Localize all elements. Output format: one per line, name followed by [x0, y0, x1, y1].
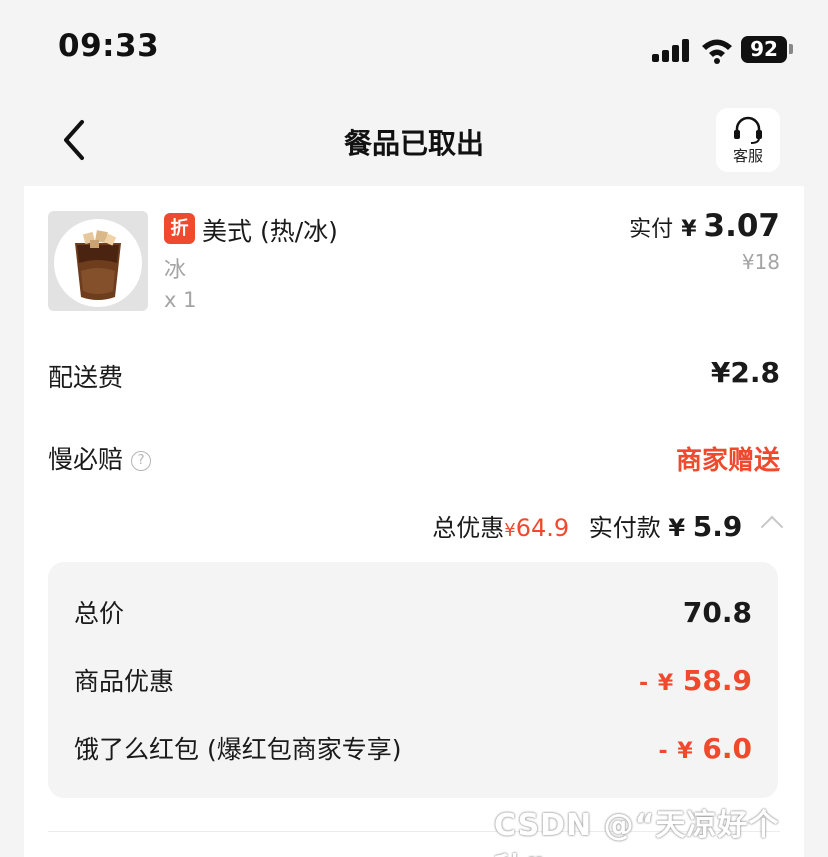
total-discount-currency: ¥ [504, 520, 516, 541]
paid-amount: 3.07 [703, 208, 781, 244]
delivery-fee-value: ¥2.8 [710, 356, 780, 389]
delivery-fee-label: 配送费 [48, 363, 124, 392]
actual-payment-currency: ¥ [668, 514, 686, 542]
price-breakdown: 总价 70.8 商品优惠 - ¥ 58.9 饿了么红包 (爆红包商家专享) - … [48, 562, 778, 798]
price-summary-toggle[interactable]: 总优惠¥64.9 实付款 ¥ 5.9 [432, 508, 784, 543]
nav-bar: 餐品已取出 客服 [0, 96, 828, 186]
status-bar: 09:33 92 [0, 0, 828, 90]
total-discount-label: 总优惠 [432, 514, 505, 542]
help-icon[interactable]: ? [131, 451, 152, 471]
slow-compensation-value: 商家赠送 [675, 446, 780, 476]
total-price-label: 总价 [74, 599, 125, 628]
product-paid: 实付 ¥ 3.07 [629, 208, 780, 244]
product-discount-currency: ¥ [657, 671, 674, 696]
actual-payment-value: 5.9 [692, 510, 743, 543]
screen: 09:33 92 餐品已取出 客服 折 美式 (热/冰) 冰 x 1 实付 ¥ … [0, 0, 828, 857]
status-time: 09:33 [58, 28, 160, 64]
coffee-cup-image [54, 219, 142, 307]
product-quantity: x 1 [164, 288, 197, 312]
headset-icon [734, 116, 762, 144]
customer-service-button[interactable]: 客服 [716, 108, 780, 172]
paid-label: 实付 [629, 217, 674, 242]
order-card: 折 美式 (热/冰) 冰 x 1 实付 ¥ 3.07 ¥18 配送费 ¥2.8 慢… [24, 186, 804, 857]
original-price: ¥18 [741, 250, 780, 274]
product-discount-label: 商品优惠 [74, 667, 175, 696]
customer-service-label: 客服 [732, 147, 763, 165]
product-discount-value-group: - ¥ 58.9 [639, 664, 752, 697]
red-packet-prefix: - [658, 739, 668, 764]
chevron-up-icon [760, 515, 784, 539]
discount-badge: 折 [164, 213, 195, 244]
slow-compensation-row: 慢必赔? [48, 440, 152, 476]
signal-icon [652, 38, 692, 62]
product-spec: 冰 [164, 258, 187, 283]
red-packet-value-group: - ¥ 6.0 [658, 732, 752, 765]
red-packet-currency: ¥ [677, 739, 693, 764]
wifi-icon [702, 39, 732, 64]
slow-compensation-label: 慢必赔 [48, 445, 124, 474]
product-discount-value: 58.9 [682, 664, 752, 697]
red-packet-value: 6.0 [702, 732, 752, 765]
battery-tip [789, 44, 793, 54]
watermark: CSDN @“天凉好个秋” [494, 808, 780, 857]
battery-icon: 92 [741, 36, 787, 63]
product-image[interactable] [48, 211, 148, 311]
paid-currency: ¥ [681, 217, 697, 242]
product-discount-prefix: - [638, 671, 649, 696]
page-title: 餐品已取出 [343, 127, 484, 160]
red-packet-label: 饿了么红包 (爆红包商家专享) [74, 735, 402, 764]
product-name[interactable]: 美式 (热/冰) [202, 212, 338, 248]
total-discount-value: 64.9 [515, 514, 570, 542]
total-price-value: 70.8 [682, 596, 752, 629]
actual-payment-label: 实付款 [588, 514, 661, 542]
